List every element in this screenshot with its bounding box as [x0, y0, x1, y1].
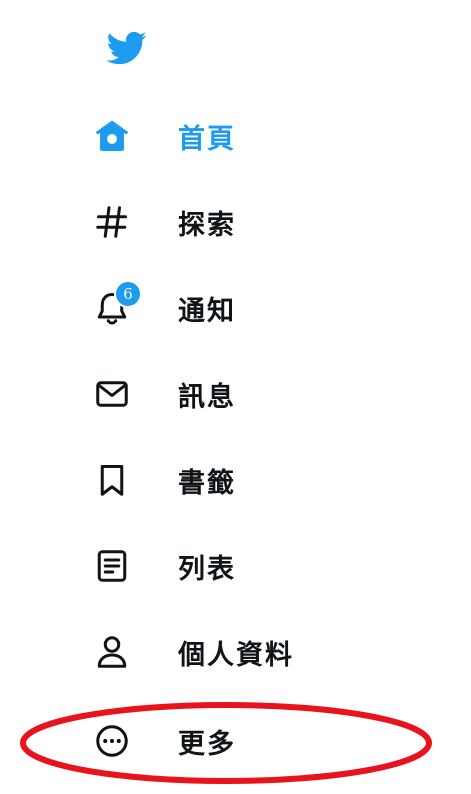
- bookmark-icon: [92, 460, 132, 500]
- nav-label-profile: 個人資料: [178, 639, 294, 671]
- home-icon: [92, 116, 132, 156]
- nav-label-bookmarks: 書籤: [178, 467, 236, 499]
- nav-label-explore: 探索: [178, 209, 236, 241]
- nav-label-messages: 訊息: [178, 381, 236, 413]
- navigation-sidebar: 首頁 探索 6 通知 訊息 書籤 列表 個人資料 更多: [0, 0, 471, 794]
- nav-label-more: 更多: [178, 728, 236, 760]
- nav-item-bookmarks[interactable]: 書籤: [92, 451, 342, 509]
- nav-item-lists[interactable]: 列表: [92, 537, 342, 595]
- nav-item-profile[interactable]: 個人資料: [92, 623, 342, 681]
- nav-label-lists: 列表: [178, 553, 236, 585]
- nav-item-explore[interactable]: 探索: [92, 193, 342, 251]
- nav-label-home: 首頁: [178, 123, 236, 155]
- nav-label-notifications: 通知: [178, 295, 236, 327]
- person-icon: [92, 632, 132, 672]
- envelope-icon: [92, 374, 132, 414]
- list-icon: [92, 546, 132, 586]
- more-circle-icon: [92, 721, 132, 761]
- nav-item-more[interactable]: 更多: [92, 712, 342, 770]
- nav-item-messages[interactable]: 訊息: [92, 365, 342, 423]
- nav-item-notifications[interactable]: 6 通知: [92, 279, 342, 337]
- notification-count-badge: 6: [114, 280, 142, 308]
- primary-nav: 首頁 探索 6 通知 訊息 書籤 列表 個人資料 更多: [0, 0, 471, 794]
- hashtag-icon: [92, 202, 132, 242]
- bell-icon: 6: [92, 280, 142, 328]
- nav-item-home[interactable]: 首頁: [92, 107, 342, 165]
